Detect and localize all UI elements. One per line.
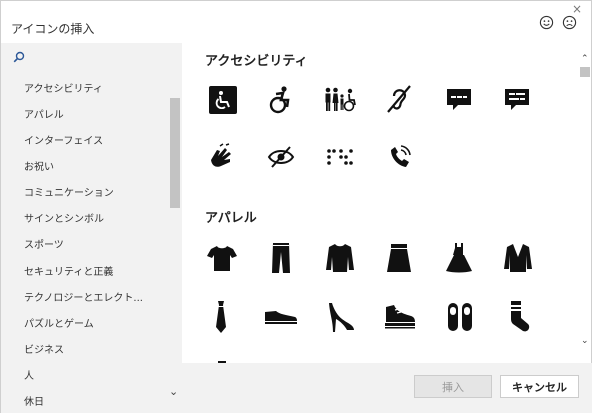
gallery-scrollbar-thumb[interactable] xyxy=(580,67,590,77)
sidebar-scrollbar-thumb[interactable] xyxy=(170,98,180,208)
active-wheelchair-icon[interactable] xyxy=(267,85,295,115)
close-icon[interactable]: × xyxy=(572,2,582,16)
category-item[interactable]: セキュリティと正義 xyxy=(24,263,113,278)
skirt-icon[interactable] xyxy=(386,243,412,273)
high-heel-icon[interactable] xyxy=(325,301,355,333)
dress-icon[interactable] xyxy=(445,242,473,274)
chevron-down-icon[interactable]: ⌄ xyxy=(581,336,589,346)
sock-icon[interactable] xyxy=(509,300,531,334)
category-item[interactable]: スポーツ xyxy=(24,236,64,251)
subtitles-icon[interactable] xyxy=(504,87,530,113)
search-icon xyxy=(13,51,25,63)
category-item[interactable]: アクセシビリティ xyxy=(24,80,103,95)
category-item[interactable]: テクノロジーとエレクト... xyxy=(24,289,143,304)
category-item[interactable]: 休日 xyxy=(24,393,44,408)
pants-icon[interactable] xyxy=(271,242,291,274)
search-box[interactable] xyxy=(1,43,182,72)
cancel-button[interactable]: キャンセル xyxy=(500,375,579,398)
closed-caption-icon[interactable] xyxy=(446,87,472,113)
accessible-icon[interactable] xyxy=(209,86,237,114)
category-item[interactable]: パズルとゲーム xyxy=(24,315,94,330)
insert-icons-dialog: アイコンの挿入 × アクセシビリティ アパレル インターフェイス お祝い コミュ… xyxy=(0,0,592,413)
category-item[interactable]: コミュニケーション xyxy=(24,184,114,199)
volume-phone-icon[interactable] xyxy=(387,144,413,170)
icon-gallery: アクセシビリティ アパレル xyxy=(182,43,580,363)
section-title-apparel: アパレル xyxy=(205,211,257,226)
sweater-icon[interactable] xyxy=(325,243,355,273)
sign-language-icon[interactable] xyxy=(208,142,236,172)
braille-icon[interactable] xyxy=(327,149,353,165)
category-item[interactable]: サインとシンボル xyxy=(24,210,104,225)
dialog-footer: 挿入 キャンセル xyxy=(182,363,592,413)
smile-icon[interactable] xyxy=(539,15,554,30)
chevron-up-icon[interactable]: ⌃ xyxy=(581,54,589,64)
frown-icon[interactable] xyxy=(562,15,577,30)
tshirt-icon[interactable] xyxy=(207,244,237,272)
dialog-title: アイコンの挿入 xyxy=(11,22,95,36)
hearing-impaired-icon[interactable] xyxy=(386,84,412,114)
category-sidebar: アクセシビリティ アパレル インターフェイス お祝い コミュニケーション サイン… xyxy=(1,43,182,413)
sneaker-icon[interactable] xyxy=(384,304,416,330)
slippers-icon[interactable] xyxy=(447,302,473,332)
jacket-icon[interactable] xyxy=(504,243,532,273)
section-title-accessibility: アクセシビリティ xyxy=(205,54,308,69)
chevron-down-icon[interactable]: ⌄ xyxy=(169,385,178,398)
insert-button[interactable]: 挿入 xyxy=(414,375,492,398)
low-vision-icon[interactable] xyxy=(267,145,295,169)
tie-icon[interactable] xyxy=(215,300,227,334)
category-item[interactable]: インターフェイス xyxy=(24,132,103,147)
category-item[interactable]: 人 xyxy=(24,367,34,382)
shoe-icon[interactable] xyxy=(264,308,298,326)
category-item[interactable]: ビジネス xyxy=(24,341,64,356)
category-item[interactable]: アパレル xyxy=(24,106,64,121)
family-access-icon[interactable] xyxy=(323,86,357,114)
category-item[interactable]: お祝い xyxy=(24,158,54,173)
